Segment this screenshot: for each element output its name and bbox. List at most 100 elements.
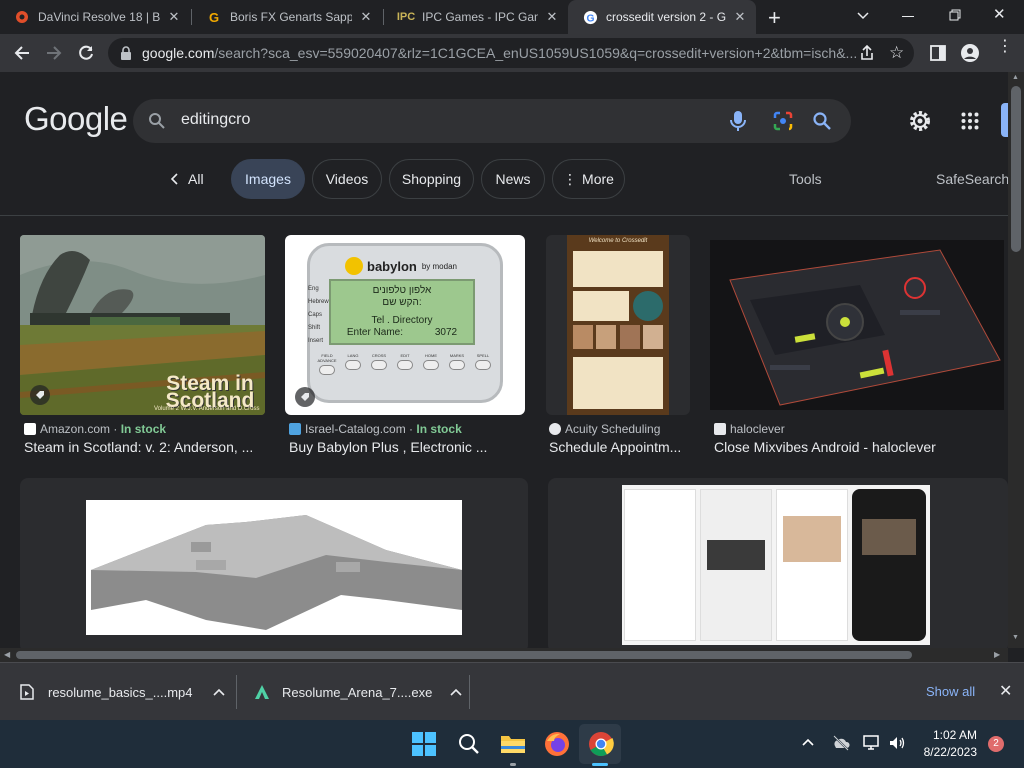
close-window-icon[interactable]: ✕: [993, 5, 1006, 23]
result-title[interactable]: Close Mixvibes Android - haloclever: [714, 439, 936, 455]
acuity-favicon-icon: [549, 423, 561, 435]
key-label: Insert: [308, 338, 324, 344]
download-item-exe[interactable]: Resolume_Arena_7....exe: [254, 663, 468, 721]
app-screen: [776, 489, 848, 641]
result-title[interactable]: Schedule Appointm...: [549, 439, 681, 455]
result-source[interactable]: haloclever: [714, 422, 785, 436]
tab-search-icon[interactable]: [856, 8, 870, 22]
result-source[interactable]: Acuity Scheduling: [549, 422, 660, 436]
result-title[interactable]: Steam in Scotland: v. 2: Anderson, ...: [24, 439, 253, 455]
result-image-road-crossing[interactable]: [86, 500, 462, 635]
horizontal-scrollbar[interactable]: ◀ ▶: [0, 648, 1008, 662]
search-magnifier-icon: [148, 112, 166, 130]
tab-close-icon[interactable]: ✕: [732, 9, 748, 25]
onedrive-icon[interactable]: [832, 734, 850, 752]
result-image-acuity[interactable]: Welcome to Crossedit: [546, 235, 690, 415]
lcd-line: Tel . Directory: [371, 315, 433, 326]
bookmark-star-icon[interactable]: ☆: [889, 43, 904, 63]
settings-gear-icon[interactable]: [908, 109, 932, 133]
search-input[interactable]: editingcro: [181, 111, 250, 129]
tab-strip: DaVinci Resolve 18 | Bla ✕ G Boris FX Ge…: [0, 0, 1024, 34]
address-bar[interactable]: google.com/search?sca_esv=559020407&rlz=…: [108, 38, 914, 68]
taskbar-search-icon[interactable]: [457, 732, 481, 756]
chevron-up-icon[interactable]: [212, 688, 225, 696]
show-all-downloads-link[interactable]: Show all: [926, 684, 975, 699]
voice-search-icon[interactable]: [729, 109, 747, 133]
amazon-favicon-icon: [24, 423, 36, 435]
notification-badge[interactable]: 2: [988, 736, 1004, 752]
network-icon[interactable]: [863, 734, 881, 752]
result-image-babylon[interactable]: babylon by modan Eng Hebrew Caps Shift In…: [285, 235, 525, 415]
svg-text:G: G: [586, 13, 594, 24]
google-logo[interactable]: Google: [24, 100, 128, 138]
chip-videos[interactable]: Videos: [312, 159, 382, 199]
tab-close-icon[interactable]: ✕: [358, 9, 374, 25]
horizontal-scroll-thumb[interactable]: [16, 651, 912, 659]
back-icon[interactable]: [12, 43, 32, 63]
tray-overflow-chevron-icon[interactable]: [802, 738, 814, 746]
chrome-icon[interactable]: [588, 731, 614, 757]
result-image-mixvibes[interactable]: [710, 240, 1004, 410]
lens-icon[interactable]: [773, 111, 793, 131]
forward-icon[interactable]: [44, 43, 64, 63]
google-images-page: Google editingcro All Images Videos Shop…: [0, 72, 1008, 648]
tab-ipc[interactable]: IPC IPC Games - IPC Game ✕: [384, 0, 568, 34]
result-title[interactable]: Buy Babylon Plus , Electronic ...: [289, 439, 487, 455]
windows-start-icon[interactable]: [412, 732, 436, 756]
lcd-line: Enter Name:: [346, 327, 404, 338]
firefox-icon[interactable]: [544, 731, 570, 757]
search-submit-icon[interactable]: [812, 111, 832, 131]
tab-genarts[interactable]: G Boris FX Genarts Sapph ✕: [192, 0, 382, 34]
search-box[interactable]: editingcro: [133, 99, 851, 143]
close-downloads-icon[interactable]: ✕: [999, 681, 1012, 701]
new-tab-icon[interactable]: +: [768, 5, 781, 31]
result-source[interactable]: Amazon.com · In stock: [24, 422, 166, 436]
download-item-mp4[interactable]: resolume_basics_....mp4: [20, 663, 235, 721]
tools-button[interactable]: Tools: [789, 171, 822, 187]
vertical-scrollbar[interactable]: ▲ ▼: [1008, 72, 1024, 648]
volume-icon[interactable]: [888, 734, 906, 752]
chevron-up-icon[interactable]: [450, 688, 462, 696]
chrome-menu-icon[interactable]: ⋮: [997, 39, 1013, 55]
side-panel-icon[interactable]: [930, 45, 946, 61]
tab-crossedit-active[interactable]: G crossedit version 2 - Go ✕: [568, 0, 756, 34]
poster-badge: [633, 291, 663, 321]
button-label: LANG: [347, 353, 359, 358]
tab-close-icon[interactable]: ✕: [166, 9, 182, 25]
scroll-down-arrow-icon[interactable]: ▼: [1012, 634, 1019, 641]
tab-davinci[interactable]: DaVinci Resolve 18 | Bla ✕: [0, 0, 190, 34]
chip-shopping[interactable]: Shopping: [389, 159, 474, 199]
chip-all[interactable]: All: [170, 171, 204, 187]
tab-close-icon[interactable]: ✕: [544, 9, 560, 25]
chip-news[interactable]: News: [481, 159, 545, 199]
profile-icon[interactable]: [960, 43, 980, 63]
safesearch-button[interactable]: SafeSearch: [936, 171, 1008, 187]
header-divider: [0, 215, 1008, 216]
scroll-up-arrow-icon[interactable]: ▲: [1012, 74, 1019, 81]
result-source[interactable]: Israel-Catalog.com · In stock: [289, 422, 462, 436]
download-divider: [469, 675, 470, 709]
clock-time[interactable]: 1:02 AM: [921, 728, 977, 742]
ipc-icon: IPC: [396, 11, 416, 23]
apps-grid-icon[interactable]: [961, 112, 979, 130]
poster-text-block: [573, 291, 629, 321]
app-screen-dark: [852, 489, 926, 641]
chip-more[interactable]: ⋮ More: [552, 159, 625, 199]
chip-all-label: All: [188, 171, 204, 187]
download-divider: [236, 675, 237, 709]
scroll-left-arrow-icon[interactable]: ◀: [4, 650, 10, 659]
restore-icon[interactable]: [949, 9, 961, 21]
share-icon[interactable]: [858, 44, 876, 62]
result-image-steam-scotland[interactable]: Steam in Scotland Volume 2 W.J.V. Anders…: [20, 235, 265, 415]
scroll-right-arrow-icon[interactable]: ▶: [994, 650, 1000, 659]
sign-in-button[interactable]: [1001, 103, 1008, 137]
chip-images[interactable]: Images: [231, 159, 305, 199]
tab-title: IPC Games - IPC Game: [422, 10, 538, 24]
minimize-icon[interactable]: [902, 16, 914, 17]
clock-date[interactable]: 8/22/2023: [915, 745, 977, 759]
result-image-app-screens[interactable]: [622, 485, 930, 645]
davinci-icon: [14, 9, 30, 25]
reload-icon[interactable]: [76, 43, 96, 63]
file-explorer-icon[interactable]: [500, 732, 526, 754]
vertical-scroll-thumb[interactable]: [1011, 86, 1021, 252]
